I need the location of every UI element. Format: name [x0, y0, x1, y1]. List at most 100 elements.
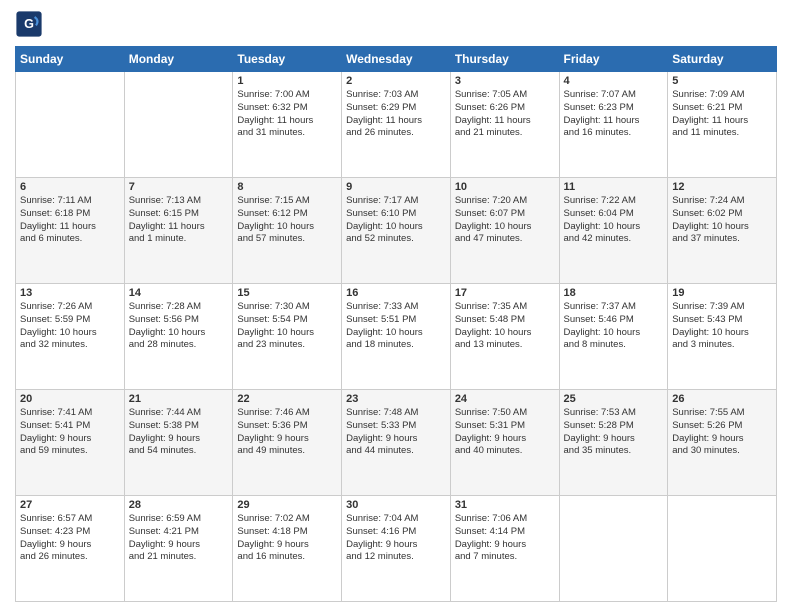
- column-header-saturday: Saturday: [668, 47, 777, 72]
- calendar-header-row: SundayMondayTuesdayWednesdayThursdayFrid…: [16, 47, 777, 72]
- calendar-cell: [124, 72, 233, 178]
- day-info: Sunrise: 7:22 AM Sunset: 6:04 PM Dayligh…: [564, 195, 664, 246]
- day-info: Sunrise: 7:09 AM Sunset: 6:21 PM Dayligh…: [672, 89, 772, 140]
- day-number: 27: [20, 499, 120, 511]
- calendar-cell: 18Sunrise: 7:37 AM Sunset: 5:46 PM Dayli…: [559, 284, 668, 390]
- day-info: Sunrise: 7:28 AM Sunset: 5:56 PM Dayligh…: [129, 301, 229, 352]
- day-info: Sunrise: 7:06 AM Sunset: 4:14 PM Dayligh…: [455, 513, 555, 564]
- day-number: 14: [129, 287, 229, 299]
- day-number: 19: [672, 287, 772, 299]
- day-info: Sunrise: 7:44 AM Sunset: 5:38 PM Dayligh…: [129, 407, 229, 458]
- calendar-week-5: 27Sunrise: 6:57 AM Sunset: 4:23 PM Dayli…: [16, 496, 777, 602]
- day-number: 16: [346, 287, 446, 299]
- page: G SundayMondayTuesdayWednesdayThursdayFr…: [0, 0, 792, 612]
- day-info: Sunrise: 7:07 AM Sunset: 6:23 PM Dayligh…: [564, 89, 664, 140]
- calendar-cell: 22Sunrise: 7:46 AM Sunset: 5:36 PM Dayli…: [233, 390, 342, 496]
- calendar-cell: 13 Sunrise: 7:26 AM Sunset: 5:59 PM Dayli…: [16, 284, 125, 390]
- day-number: 31: [455, 499, 555, 511]
- logo-icon: G: [15, 10, 43, 38]
- day-number: 23: [346, 393, 446, 405]
- day-number: 30: [346, 499, 446, 511]
- day-info: Sunrise: 7:53 AM Sunset: 5:28 PM Dayligh…: [564, 407, 664, 458]
- day-number: 12: [672, 181, 772, 193]
- day-info: Sunrise: 7:04 AM Sunset: 4:16 PM Dayligh…: [346, 513, 446, 564]
- calendar-cell: 5 Sunrise: 7:09 AM Sunset: 6:21 PM Daylig…: [668, 72, 777, 178]
- day-number: 28: [129, 499, 229, 511]
- calendar-cell: 6 Sunrise: 7:11 AM Sunset: 6:18 PM Daylig…: [16, 178, 125, 284]
- day-info: Sunrise: 7:33 AM Sunset: 5:51 PM Dayligh…: [346, 301, 446, 352]
- calendar-week-2: 6 Sunrise: 7:11 AM Sunset: 6:18 PM Daylig…: [16, 178, 777, 284]
- calendar-cell: 31 Sunrise: 7:06 AM Sunset: 4:14 PM Dayli…: [450, 496, 559, 602]
- calendar-cell: 17 Sunrise: 7:35 AM Sunset: 5:48 PM Dayli…: [450, 284, 559, 390]
- day-info: Sunrise: 7:03 AM Sunset: 6:29 PM Dayligh…: [346, 89, 446, 140]
- day-number: 22: [237, 393, 337, 405]
- calendar-cell: 28 Sunrise: 6:59 AM Sunset: 4:21 PM Dayli…: [124, 496, 233, 602]
- calendar-cell: 24 Sunrise: 7:50 AM Sunset: 5:31 PM Dayli…: [450, 390, 559, 496]
- calendar-cell: [668, 496, 777, 602]
- calendar-cell: 16 Sunrise: 7:33 AM Sunset: 5:51 PM Dayli…: [342, 284, 451, 390]
- day-info: Sunrise: 7:50 AM Sunset: 5:31 PM Dayligh…: [455, 407, 555, 458]
- calendar-cell: [16, 72, 125, 178]
- day-info: Sunrise: 7:55 AM Sunset: 5:26 PM Dayligh…: [672, 407, 772, 458]
- column-header-wednesday: Wednesday: [342, 47, 451, 72]
- day-number: 6: [20, 181, 120, 193]
- calendar-week-3: 13 Sunrise: 7:26 AM Sunset: 5:59 PM Dayli…: [16, 284, 777, 390]
- column-header-friday: Friday: [559, 47, 668, 72]
- day-info: Sunrise: 7:00 AM Sunset: 6:32 PM Dayligh…: [237, 89, 337, 140]
- calendar-cell: 21 Sunrise: 7:44 AM Sunset: 5:38 PM Dayli…: [124, 390, 233, 496]
- day-info: Sunrise: 6:59 AM Sunset: 4:21 PM Dayligh…: [129, 513, 229, 564]
- day-number: 21: [129, 393, 229, 405]
- day-info: Sunrise: 7:30 AM Sunset: 5:54 PM Dayligh…: [237, 301, 337, 352]
- day-number: 3: [455, 75, 555, 87]
- day-info: Sunrise: 7:24 AM Sunset: 6:02 PM Dayligh…: [672, 195, 772, 246]
- day-number: 13: [20, 287, 120, 299]
- calendar-cell: 2 Sunrise: 7:03 AM Sunset: 6:29 PM Daylig…: [342, 72, 451, 178]
- day-number: 17: [455, 287, 555, 299]
- calendar-cell: 9 Sunrise: 7:17 AM Sunset: 6:10 PM Daylig…: [342, 178, 451, 284]
- calendar-cell: 3Sunrise: 7:05 AM Sunset: 6:26 PM Daylig…: [450, 72, 559, 178]
- calendar-cell: 4 Sunrise: 7:07 AM Sunset: 6:23 PM Daylig…: [559, 72, 668, 178]
- column-header-tuesday: Tuesday: [233, 47, 342, 72]
- calendar-cell: 19 Sunrise: 7:39 AM Sunset: 5:43 PM Dayli…: [668, 284, 777, 390]
- svg-text:G: G: [24, 17, 34, 31]
- calendar-cell: 10Sunrise: 7:20 AM Sunset: 6:07 PM Dayli…: [450, 178, 559, 284]
- calendar-week-1: 1Sunrise: 7:00 AM Sunset: 6:32 PM Daylig…: [16, 72, 777, 178]
- day-number: 29: [237, 499, 337, 511]
- day-number: 18: [564, 287, 664, 299]
- day-info: Sunrise: 7:20 AM Sunset: 6:07 PM Dayligh…: [455, 195, 555, 246]
- day-info: Sunrise: 7:15 AM Sunset: 6:12 PM Dayligh…: [237, 195, 337, 246]
- day-number: 4: [564, 75, 664, 87]
- day-number: 25: [564, 393, 664, 405]
- day-number: 7: [129, 181, 229, 193]
- calendar-cell: 11Sunrise: 7:22 AM Sunset: 6:04 PM Dayli…: [559, 178, 668, 284]
- calendar-cell: [559, 496, 668, 602]
- calendar: SundayMondayTuesdayWednesdayThursdayFrid…: [15, 46, 777, 602]
- day-number: 24: [455, 393, 555, 405]
- calendar-cell: 20Sunrise: 7:41 AM Sunset: 5:41 PM Dayli…: [16, 390, 125, 496]
- calendar-cell: 1Sunrise: 7:00 AM Sunset: 6:32 PM Daylig…: [233, 72, 342, 178]
- header: G: [15, 10, 777, 38]
- logo: G: [15, 10, 45, 38]
- calendar-cell: 15 Sunrise: 7:30 AM Sunset: 5:54 PM Dayli…: [233, 284, 342, 390]
- calendar-cell: 25 Sunrise: 7:53 AM Sunset: 5:28 PM Dayli…: [559, 390, 668, 496]
- calendar-cell: 14 Sunrise: 7:28 AM Sunset: 5:56 PM Dayli…: [124, 284, 233, 390]
- calendar-cell: 8Sunrise: 7:15 AM Sunset: 6:12 PM Daylig…: [233, 178, 342, 284]
- day-info: Sunrise: 7:39 AM Sunset: 5:43 PM Dayligh…: [672, 301, 772, 352]
- day-info: Sunrise: 7:02 AM Sunset: 4:18 PM Dayligh…: [237, 513, 337, 564]
- calendar-cell: 27Sunrise: 6:57 AM Sunset: 4:23 PM Dayli…: [16, 496, 125, 602]
- day-number: 20: [20, 393, 120, 405]
- calendar-cell: 30 Sunrise: 7:04 AM Sunset: 4:16 PM Dayli…: [342, 496, 451, 602]
- day-info: Sunrise: 7:11 AM Sunset: 6:18 PM Dayligh…: [20, 195, 120, 246]
- day-number: 9: [346, 181, 446, 193]
- column-header-sunday: Sunday: [16, 47, 125, 72]
- day-info: Sunrise: 7:13 AM Sunset: 6:15 PM Dayligh…: [129, 195, 229, 246]
- day-number: 15: [237, 287, 337, 299]
- day-info: Sunrise: 7:26 AM Sunset: 5:59 PM Dayligh…: [20, 301, 120, 352]
- day-info: Sunrise: 7:35 AM Sunset: 5:48 PM Dayligh…: [455, 301, 555, 352]
- calendar-cell: 26Sunrise: 7:55 AM Sunset: 5:26 PM Dayli…: [668, 390, 777, 496]
- calendar-week-4: 20Sunrise: 7:41 AM Sunset: 5:41 PM Dayli…: [16, 390, 777, 496]
- day-number: 2: [346, 75, 446, 87]
- day-number: 5: [672, 75, 772, 87]
- day-info: Sunrise: 7:17 AM Sunset: 6:10 PM Dayligh…: [346, 195, 446, 246]
- calendar-cell: 23Sunrise: 7:48 AM Sunset: 5:33 PM Dayli…: [342, 390, 451, 496]
